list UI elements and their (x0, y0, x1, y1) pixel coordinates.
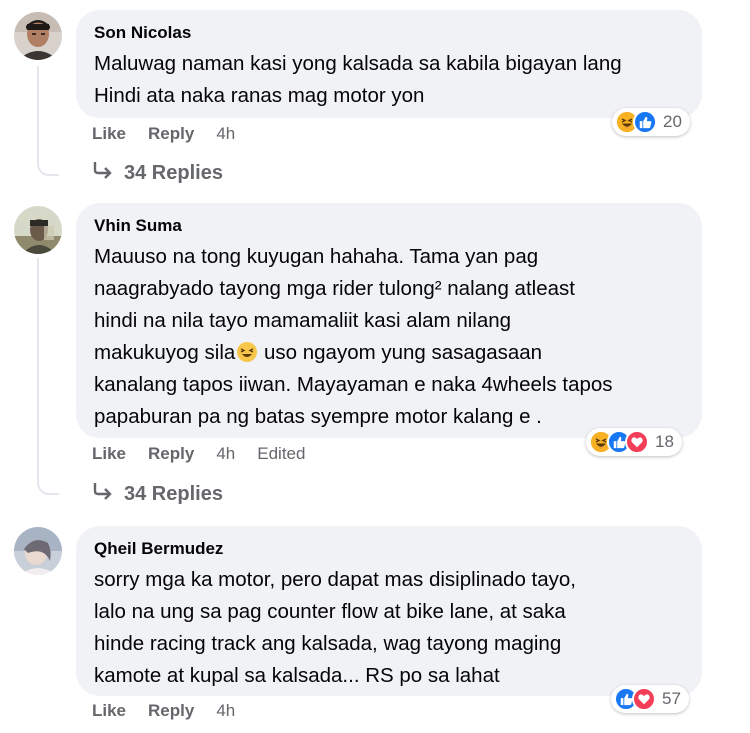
comment-line: Mauuso na tong kuyugan hahaha. Tama yan … (94, 245, 539, 268)
reaction-summary[interactable]: 18 (586, 428, 682, 456)
reaction-summary[interactable]: 20 (612, 108, 690, 136)
reaction-summary[interactable]: 57 (611, 685, 689, 713)
reaction-count: 20 (663, 112, 682, 131)
comment-line: kanalang tapos iiwan. Mayayaman e naka 4… (94, 373, 613, 396)
love-icon (625, 430, 649, 454)
reply-button[interactable]: Reply (148, 124, 194, 144)
comment-line-part: uso ngayom yung sasagasaan (264, 341, 543, 364)
reply-arrow-icon (92, 481, 114, 507)
reaction-count: 18 (655, 432, 674, 451)
reply-arrow-icon (92, 160, 114, 186)
comment-line: lalo na ung sa pag counter flow at bike … (94, 600, 566, 623)
comment-author[interactable]: Qheil Bermudez (94, 538, 684, 560)
love-icon (632, 687, 656, 711)
comment-text: sorry mga ka motor, pero dapat mas disip… (94, 564, 684, 692)
comment-author[interactable]: Son Nicolas (94, 22, 684, 44)
comment-bubble: Vhin Suma Mauuso na tong kuyugan hahaha.… (76, 203, 702, 438)
view-replies-button[interactable]: 34 Replies (92, 481, 223, 507)
comment-line: Maluwag naman kasi yong kalsada sa kabil… (94, 52, 622, 75)
comment-line: sorry mga ka motor, pero dapat mas disip… (94, 568, 576, 591)
comment-bubble: Son Nicolas Maluwag naman kasi yong kals… (76, 10, 702, 118)
thread-curve (37, 471, 59, 495)
like-button[interactable]: Like (92, 124, 126, 144)
comment-text: Mauuso na tong kuyugan hahaha. Tama yan … (94, 241, 684, 433)
avatar[interactable] (14, 206, 62, 254)
comment-text: Maluwag naman kasi yong kalsada sa kabil… (94, 48, 684, 112)
view-replies-button[interactable]: 34 Replies (92, 160, 223, 186)
reaction-count: 57 (662, 689, 681, 708)
comment-actions: Like Reply 4h Edited (92, 444, 305, 464)
comment-bubble: Qheil Bermudez sorry mga ka motor, pero … (76, 526, 702, 696)
like-icon (633, 110, 657, 134)
thread-curve (37, 152, 59, 176)
thread-line (37, 66, 39, 158)
comment-line: makukuyog sila uso ngayom yung sasagasaa… (94, 337, 684, 369)
replies-label: 34 Replies (124, 161, 223, 184)
thread-line (37, 258, 39, 478)
replies-label: 34 Replies (124, 482, 223, 505)
comment-line: Hindi ata naka ranas mag motor yon (94, 84, 425, 107)
comment-author[interactable]: Vhin Suma (94, 215, 684, 237)
comment-timestamp[interactable]: 4h (216, 444, 235, 464)
comment-timestamp[interactable]: 4h (216, 701, 235, 721)
comment-timestamp[interactable]: 4h (216, 124, 235, 144)
comment-line: hinde racing track ang kalsada, wag tayo… (94, 632, 562, 655)
avatar[interactable] (14, 527, 62, 575)
comment-line: naagrabyado tayong mga rider tulong² nal… (94, 277, 575, 300)
like-button[interactable]: Like (92, 701, 126, 721)
comment-line-part: makukuyog sila (94, 341, 236, 364)
reply-button[interactable]: Reply (148, 444, 194, 464)
edited-label[interactable]: Edited (257, 444, 305, 464)
comment-actions: Like Reply 4h (92, 124, 235, 144)
comment-line: kamote at kupal sa kalsada... RS po sa l… (94, 664, 500, 687)
comment-actions: Like Reply 4h (92, 701, 235, 721)
reply-button[interactable]: Reply (148, 701, 194, 721)
comment-line: hindi na nila tayo mamamaliit kasi alam … (94, 309, 512, 332)
like-button[interactable]: Like (92, 444, 126, 464)
laughing-emoji-icon (236, 341, 258, 363)
avatar[interactable] (14, 12, 62, 60)
